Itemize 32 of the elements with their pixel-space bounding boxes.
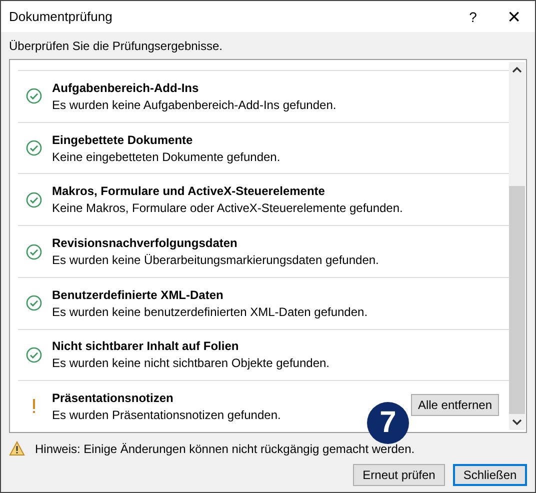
result-description: Es wurden keine Aufgabenbereich-Add-Ins gefunden.: [52, 98, 336, 112]
scrollbar[interactable]: [509, 62, 525, 430]
result-description: Keine Makros, Formulare oder ActiveX-Steuerelemente gefunden.: [52, 201, 403, 216]
result-title: Makros, Formulare und ActiveX-Steuerelemente: [52, 184, 325, 198]
instruction-text: Überprüfen Sie die Prüfungsergebnisse.: [8, 38, 224, 55]
check-circle-icon: [26, 88, 42, 104]
check-circle-icon: [26, 140, 42, 156]
result-description: Es wurden keine benutzerdefinierten XML-Daten gefunden.: [52, 304, 368, 319]
check-circle-icon: [26, 295, 42, 312]
dialog-button[interactable]: Schließen: [453, 464, 527, 486]
close-button[interactable]: ×: [493, 4, 535, 30]
scroll-thumb[interactable]: [509, 186, 525, 414]
help-button[interactable]: ?: [453, 8, 493, 24]
result-title: Nicht sichtbarer Inhalt auf Folien: [52, 339, 239, 354]
hint-text: Hinweis: Einige Änderungen können nicht rückgängig gemacht werden.: [35, 442, 415, 456]
check-circle-icon: [26, 346, 42, 363]
check-circle-icon: [26, 192, 42, 208]
result-description: Keine eingebetteten Dokumente gefunden.: [52, 150, 280, 164]
warning-icon: [9, 441, 25, 456]
result-title: Präsentationsnotizen: [52, 391, 174, 406]
dialog-button[interactable]: Erneut prüfen: [353, 464, 445, 486]
result-title: Benutzerdefinierte XML-Daten: [52, 288, 224, 302]
result-title: Eingebettete Dokumente: [52, 132, 193, 147]
exclamation-icon: [32, 399, 36, 414]
result-description: Es wurden keine nicht sichtbaren Objekte gefunden.: [52, 356, 330, 370]
result-description: Es wurden keine Überarbeitungsmarkierungsdaten gefunden.: [52, 253, 379, 268]
result-title: Revisionsnachverfolgungsdaten: [52, 236, 238, 250]
remove-all-button[interactable]: Alle entfernen: [410, 394, 499, 416]
result-title: Aufgabenbereich-Add-Ins: [52, 80, 199, 95]
window-title: Dokumentprüfung: [9, 9, 114, 24]
check-circle-icon: [26, 244, 42, 260]
result-description: Es wurden Präsentationsnotizen gefunden.: [52, 408, 281, 422]
